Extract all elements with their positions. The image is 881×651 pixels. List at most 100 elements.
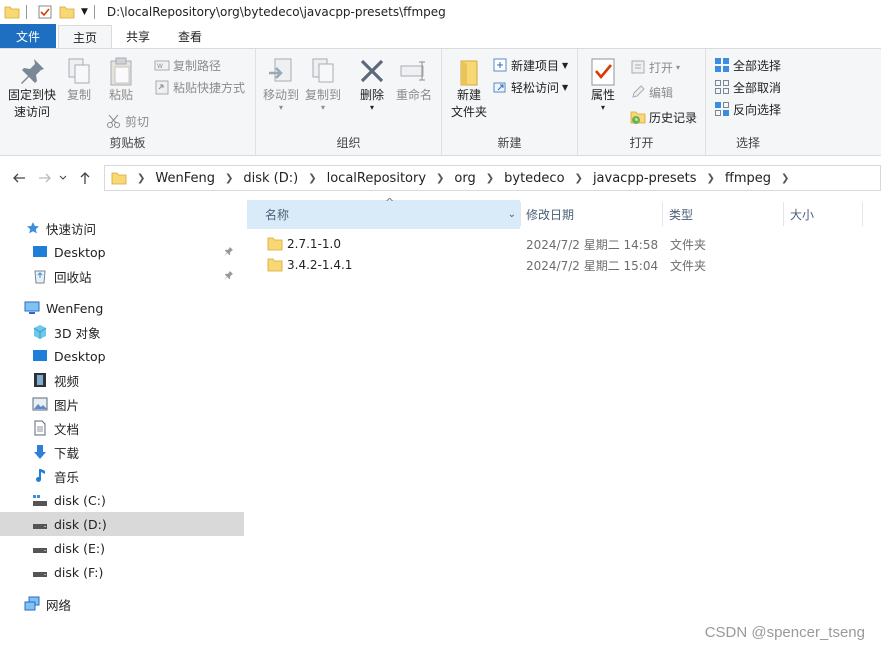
open-button[interactable]: 打开 ▾	[630, 57, 680, 77]
sidebar-item-pictures[interactable]: 图片	[0, 392, 244, 416]
table-row[interactable]: 2.7.1-1.0 2024/7/2 星期二 14:58 文件夹	[247, 233, 881, 255]
sidebar-item-downloads[interactable]: 下载	[0, 440, 244, 464]
column-header-date[interactable]: 修改日期	[521, 200, 662, 229]
select-none-button[interactable]: 全部取消	[714, 77, 781, 97]
copy-path-button[interactable]: W 复制路径	[154, 55, 221, 75]
clipboard-icon	[110, 57, 132, 86]
column-header-type[interactable]: 类型	[663, 200, 783, 229]
chevron-right-icon[interactable]: ❯	[486, 173, 494, 184]
new-folder-button[interactable]: 新建 文件夹	[446, 55, 492, 121]
customize-dropdown-icon[interactable]: ▼	[81, 7, 88, 17]
back-button[interactable]	[8, 167, 30, 189]
tab-file[interactable]: 文件	[0, 24, 56, 48]
desktop-icon	[33, 350, 47, 361]
forward-button[interactable]	[34, 167, 56, 189]
sidebar-item-this-pc[interactable]: WenFeng	[0, 296, 244, 320]
copy-icon	[68, 58, 90, 84]
paste-button[interactable]: 粘贴	[104, 55, 138, 104]
select-none-icon	[715, 80, 729, 94]
select-all-button[interactable]: 全部选择	[714, 55, 781, 75]
sidebar-label: disk (D:)	[54, 516, 107, 532]
properties-button[interactable]: 属性 ▾	[586, 55, 620, 112]
open-group-label: 打开	[629, 136, 654, 150]
breadcrumb-org[interactable]: org	[454, 171, 475, 186]
breadcrumb-bytedeco[interactable]: bytedeco	[504, 171, 564, 186]
chevron-right-icon[interactable]: ❯	[575, 173, 583, 184]
file-type: 文件夹	[670, 237, 707, 252]
sidebar-item-quick-access[interactable]: 快速访问	[0, 216, 244, 240]
chevron-right-icon[interactable]: ❯	[706, 173, 714, 184]
paste-shortcut-icon	[155, 80, 169, 95]
breadcrumb-wenfeng[interactable]: WenFeng	[155, 171, 215, 186]
table-row[interactable]: 3.4.2-1.4.1 2024/7/2 星期二 15:04 文件夹	[247, 254, 881, 276]
sidebar-item-recycle-bin[interactable]: 回收站	[0, 264, 244, 288]
breadcrumb-localrepository[interactable]: localRepository	[327, 171, 426, 186]
delete-button[interactable]: 删除 ▾	[354, 55, 390, 112]
recent-locations-button[interactable]	[56, 167, 70, 189]
properties-check-icon[interactable]	[37, 4, 53, 20]
copy-button[interactable]: 复制	[62, 55, 96, 104]
new-item-dropdown-icon: ▼	[562, 60, 569, 70]
move-to-button[interactable]: 移动到 ▾	[260, 55, 302, 112]
edit-button[interactable]: 编辑	[630, 82, 673, 102]
chevron-down-icon[interactable]: ⌄	[508, 209, 516, 220]
pin-quick-access-button[interactable]: 固定到快 速访问	[4, 55, 60, 121]
sidebar-item-music[interactable]: 音乐	[0, 464, 244, 488]
new-group-label: 新建	[497, 136, 522, 150]
sidebar-item-disk-d[interactable]: disk (D:)	[0, 512, 244, 536]
address-bar[interactable]: ❯ WenFeng ❯ disk (D:) ❯ localRepository …	[104, 165, 881, 191]
sidebar-item-network[interactable]: 网络	[0, 592, 244, 616]
new-item-button[interactable]: 新建项目 ▼	[492, 55, 568, 75]
paste-shortcut-button[interactable]: 粘贴快捷方式	[154, 77, 245, 97]
chevron-right-icon[interactable]: ❯	[225, 173, 233, 184]
new-folder-quick-icon[interactable]	[59, 4, 75, 20]
folder-icon	[111, 172, 127, 185]
invert-selection-label: 反向选择	[733, 102, 782, 117]
chevron-right-icon[interactable]: ❯	[781, 173, 789, 184]
sidebar-item-disk-e[interactable]: disk (E:)	[0, 536, 244, 560]
ribbon-tabs: 文件 主页 共享 查看	[0, 24, 881, 48]
pin-icon[interactable]	[224, 270, 234, 280]
divider	[26, 5, 27, 19]
picture-icon	[32, 397, 48, 411]
cut-button[interactable]: 剪切	[106, 111, 149, 131]
breadcrumb-javacpp-presets[interactable]: javacpp-presets	[593, 171, 697, 186]
chevron-right-icon[interactable]: ❯	[436, 173, 444, 184]
rename-label: 重命名	[395, 88, 432, 102]
pin-icon[interactable]	[224, 246, 234, 256]
sidebar-item-documents[interactable]: 文档	[0, 416, 244, 440]
network-icon	[24, 596, 40, 611]
column-header-size[interactable]: 大小	[784, 200, 862, 229]
sidebar-item-desktop[interactable]: Desktop	[0, 344, 244, 368]
copy-to-button[interactable]: 复制到 ▾	[302, 55, 344, 112]
sidebar-item-disk-c[interactable]: disk (C:)	[0, 488, 244, 512]
computer-icon	[24, 301, 40, 314]
clipboard-group: 固定到快 速访问 复制 粘贴 W 复制路径 粘贴快捷方式 剪切 剪贴板	[0, 49, 256, 155]
sidebar-item-disk-f[interactable]: disk (F:)	[0, 560, 244, 584]
move-to-icon	[269, 58, 292, 82]
column-divider[interactable]	[862, 202, 863, 226]
tab-view[interactable]: 查看	[164, 24, 216, 48]
properties-dropdown-icon: ▾	[600, 103, 605, 112]
easy-access-button[interactable]: 轻松访问 ▼	[492, 77, 568, 97]
delete-label: 删除	[359, 88, 384, 102]
tab-share[interactable]: 共享	[112, 24, 164, 48]
column-header-name[interactable]: 名称 ^ ⌄	[247, 196, 520, 229]
column-date-label: 修改日期	[526, 208, 575, 222]
history-button[interactable]: 历史记录	[630, 107, 697, 127]
chevron-right-icon[interactable]: ❯	[308, 173, 316, 184]
chevron-right-icon[interactable]: ❯	[137, 173, 145, 184]
sidebar-item-videos[interactable]: 视频	[0, 368, 244, 392]
breadcrumb-ffmpeg[interactable]: ffmpeg	[725, 171, 771, 186]
tab-home[interactable]: 主页	[58, 25, 113, 48]
sidebar-item-desktop-pinned[interactable]: Desktop	[0, 240, 244, 264]
sidebar-item-3d-objects[interactable]: 3D 对象	[0, 320, 244, 344]
arrow-left-icon	[13, 173, 25, 183]
breadcrumb-disk-d[interactable]: disk (D:)	[243, 171, 298, 186]
rename-button[interactable]: 重命名	[394, 55, 434, 104]
document-icon	[34, 420, 46, 436]
title-bar: ▼ D:\localRepository\org\bytedeco\javacp…	[0, 0, 881, 24]
up-button[interactable]	[74, 167, 96, 189]
invert-selection-button[interactable]: 反向选择	[714, 99, 781, 119]
chevron-down-icon	[59, 175, 67, 180]
